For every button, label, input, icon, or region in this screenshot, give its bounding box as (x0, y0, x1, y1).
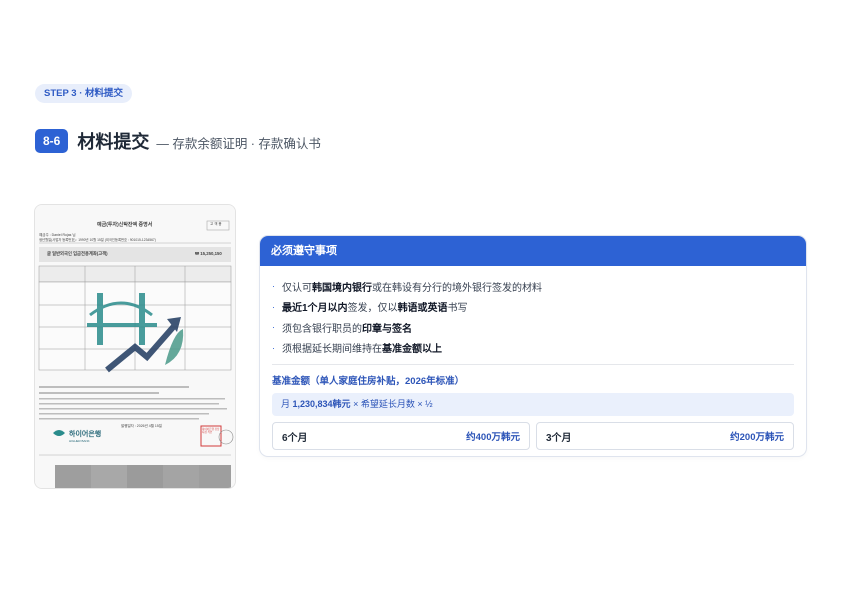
divider (272, 364, 794, 365)
notice-card-header: 必须遵守事项 (260, 236, 806, 266)
page-title: 材料提交 (77, 132, 150, 152)
certificate-birth: 생년월일(사업자 등록번호) : 1990년 10월 15일 (외국인등록번호 … (39, 238, 156, 242)
basis-formula: 月 1,230,834韩元 × 希望延长月数 × ½ (272, 393, 794, 416)
balance-certificate-image: 예금(투자)신탁잔액 증명서 고 객 용 예금주 : Daniel Rojas … (35, 205, 235, 488)
notice-card: 必须遵守事项 · 仅认可 韩国境内银行 或在韩设有分行的境外银行签发的材料 · … (260, 236, 806, 456)
option-6-months: 6个月 约400万韩元 (272, 422, 530, 450)
extension-options: 6个月 约400万韩元 3个月 约200万韩元 (272, 422, 794, 450)
bullet-icon: · (272, 281, 275, 292)
option-3-months: 3个月 约200万韩元 (536, 422, 794, 450)
certificate-balance: ₩ 15,250,150 (195, 251, 222, 256)
rule-item: · 仅认可 韩国境内银行 或在韩设有分行的境外银行签发的材料 (272, 281, 542, 294)
certificate-copy-label: 고 객 용 (210, 222, 222, 226)
certificate-holder: 예금주 : Daniel Rojas 님 (39, 233, 76, 237)
certificate-issue-date: 발행일자 : 2026년 4월 15일 (121, 424, 163, 428)
bullet-icon: · (272, 301, 275, 312)
bullet-icon: · (272, 322, 275, 333)
page-subtitle: — 存款余额证明 · 存款确认书 (156, 137, 321, 151)
rule-item: · 须根据延长期间维持在 基准金额以上 (272, 342, 442, 356)
rule-item: · 须包含银行职员的 印章与签名 (272, 322, 412, 335)
bullet-icon: · (272, 342, 275, 353)
step-pill: STEP 3 · 材料提交 (35, 84, 133, 103)
rule-item: · 最近1个月以内 签发，仅以 韩语或英语 书写 (272, 301, 468, 315)
basis-amount-title: 基准金额（单人家庭住房补贴，2026年标准） (272, 376, 465, 387)
certificate-bank-sub: HIGHER BANK (69, 439, 90, 443)
section-title-row: 8-6 材料提交 — 存款余额证明 · 存款确认书 (35, 128, 321, 154)
certificate-scan (35, 205, 235, 488)
certificate-title: 예금(투자)신탁잔액 증명서 (97, 222, 153, 228)
certificate-stamp: 하이어은행 강남지점 직인 (202, 428, 220, 434)
section-number-badge: 8-6 (35, 129, 69, 153)
certificate-bank-name: 하이어은행 (69, 431, 102, 438)
certificate-account-type: 글 일반외국인 입금전용계좌(고객) (47, 251, 108, 256)
